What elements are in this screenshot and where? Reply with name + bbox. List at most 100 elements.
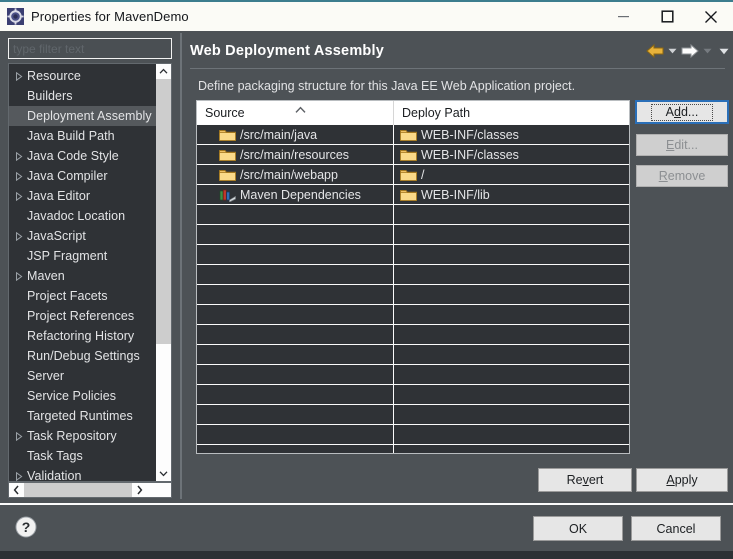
- panel-divider: [180, 33, 182, 499]
- sidebar-item-server[interactable]: Server: [9, 366, 156, 386]
- table-header-row: Source Deploy Path: [197, 101, 629, 125]
- table-body: /src/main/java WEB-INF/classes/src/main/r…: [197, 125, 629, 453]
- svg-text:?: ?: [22, 519, 31, 535]
- cancel-button[interactable]: Cancel: [631, 516, 721, 541]
- apply-button[interactable]: Apply: [636, 468, 728, 492]
- sidebar-item-targeted-runtimes[interactable]: Targeted Runtimes: [9, 406, 156, 426]
- expand-triangle-icon[interactable]: [11, 166, 27, 186]
- ok-button[interactable]: OK: [533, 516, 623, 541]
- tree-scrollbar-thumb[interactable]: [156, 79, 171, 344]
- close-button[interactable]: [689, 2, 733, 31]
- expand-triangle-icon[interactable]: [11, 226, 27, 246]
- maximize-button[interactable]: [645, 2, 689, 31]
- sidebar-item-builders[interactable]: Builders: [9, 86, 156, 106]
- chevron-left-icon[interactable]: [9, 483, 24, 497]
- window-title: Properties for MavenDemo: [31, 9, 189, 24]
- tree-hscrollbar-thumb[interactable]: [24, 483, 132, 497]
- forward-history-chevron-down-icon[interactable]: [700, 40, 715, 62]
- table-row-empty[interactable]: [197, 445, 629, 453]
- header-separator: [190, 68, 725, 69]
- table-row-empty[interactable]: [197, 205, 629, 225]
- table-row-empty[interactable]: [197, 285, 629, 305]
- help-question-icon[interactable]: ?: [14, 515, 38, 539]
- sidebar-item-run-debug-settings[interactable]: Run/Debug Settings: [9, 346, 156, 366]
- minimize-button[interactable]: [601, 2, 645, 31]
- table-row[interactable]: Maven Dependencies WEB-INF/lib: [197, 185, 629, 205]
- chevron-up-icon[interactable]: [156, 64, 171, 79]
- expand-triangle-icon[interactable]: [11, 186, 27, 206]
- tree-horizontal-scrollbar[interactable]: [8, 482, 172, 498]
- cell-deploy-path: [394, 225, 629, 244]
- table-row-empty[interactable]: [197, 225, 629, 245]
- sidebar-item-validation[interactable]: Validation: [9, 466, 156, 481]
- sidebar-item-deployment-assembly[interactable]: Deployment Assembly: [9, 106, 156, 126]
- sidebar-item-label: Java Code Style: [27, 149, 119, 163]
- table-row-empty[interactable]: [197, 305, 629, 325]
- chevron-right-icon[interactable]: [132, 483, 147, 497]
- sidebar-item-javadoc-location[interactable]: Javadoc Location: [9, 206, 156, 226]
- column-header-source[interactable]: Source: [197, 101, 394, 125]
- deployment-assembly-table[interactable]: Source Deploy Path /src/main/java WEB-INF…: [196, 100, 630, 454]
- sidebar-item-project-references[interactable]: Project References: [9, 306, 156, 326]
- sidebar-item-java-editor[interactable]: Java Editor: [9, 186, 156, 206]
- expand-triangle-icon[interactable]: [11, 266, 27, 286]
- table-row-empty[interactable]: [197, 325, 629, 345]
- folder-icon: [219, 128, 236, 142]
- column-header-source-label: Source: [205, 106, 245, 120]
- table-row-empty[interactable]: [197, 405, 629, 425]
- cell-deploy-path: WEB-INF/classes: [394, 125, 629, 144]
- table-row-empty[interactable]: [197, 245, 629, 265]
- table-row-empty[interactable]: [197, 265, 629, 285]
- sidebar-item-service-policies[interactable]: Service Policies: [9, 386, 156, 406]
- sidebar-item-maven[interactable]: Maven: [9, 266, 156, 286]
- cell-deploy-path-label: /: [421, 167, 425, 182]
- sidebar-item-java-code-style[interactable]: Java Code Style: [9, 146, 156, 166]
- table-row[interactable]: /src/main/java WEB-INF/classes: [197, 125, 629, 145]
- sidebar-item-java-build-path[interactable]: Java Build Path: [9, 126, 156, 146]
- table-row[interactable]: /src/main/webapp /: [197, 165, 629, 185]
- sidebar-item-resource[interactable]: Resource: [9, 66, 156, 86]
- edit-button[interactable]: Edit...: [636, 134, 728, 156]
- tree-vertical-scrollbar[interactable]: [156, 64, 171, 481]
- chevron-down-icon[interactable]: [156, 466, 171, 481]
- cell-deploy-path: [394, 365, 629, 384]
- properties-gear-icon: [7, 8, 24, 25]
- table-row[interactable]: /src/main/resources WEB-INF/classes: [197, 145, 629, 165]
- sidebar-item-javascript[interactable]: JavaScript: [9, 226, 156, 246]
- filter-input[interactable]: type filter text: [8, 38, 172, 59]
- cell-deploy-path-label: WEB-INF/classes: [421, 127, 519, 142]
- expand-triangle-icon[interactable]: [11, 426, 27, 446]
- sidebar-item-java-compiler[interactable]: Java Compiler: [9, 166, 156, 186]
- revert-button[interactable]: Revert: [538, 468, 632, 492]
- expand-triangle-icon[interactable]: [11, 466, 27, 481]
- back-history-chevron-down-icon[interactable]: [665, 40, 680, 62]
- sidebar-item-task-tags[interactable]: Task Tags: [9, 446, 156, 466]
- cell-source: [197, 225, 394, 244]
- table-row-empty[interactable]: [197, 385, 629, 405]
- column-header-deploy-path[interactable]: Deploy Path: [394, 101, 629, 125]
- sidebar-item-label: JSP Fragment: [27, 249, 108, 263]
- folder-icon: [400, 128, 417, 142]
- sidebar-item-jsp-fragment[interactable]: JSP Fragment: [9, 246, 156, 266]
- view-menu-chevron-down-icon[interactable]: [715, 40, 733, 62]
- cell-source-label: /src/main/resources: [240, 147, 350, 162]
- sidebar-item-label: Task Repository: [27, 429, 117, 443]
- cell-source: [197, 445, 394, 453]
- table-row-empty[interactable]: [197, 365, 629, 385]
- add-button[interactable]: Ad d...: [636, 101, 728, 123]
- back-arrow-icon[interactable]: [645, 43, 665, 59]
- expand-triangle-icon[interactable]: [11, 66, 27, 86]
- forward-arrow-icon[interactable]: [680, 43, 700, 59]
- remove-button[interactable]: Remove: [636, 165, 728, 187]
- cancel-button-label: Cancel: [656, 521, 696, 536]
- table-row-empty[interactable]: [197, 345, 629, 365]
- table-row-empty[interactable]: [197, 425, 629, 445]
- expand-triangle-icon[interactable]: [11, 146, 27, 166]
- sidebar-item-project-facets[interactable]: Project Facets: [9, 286, 156, 306]
- sidebar-item-refactoring-history[interactable]: Refactoring History: [9, 326, 156, 346]
- settings-tree[interactable]: Resource Builders Deployment Assembly Java …: [8, 63, 172, 482]
- sidebar-item-task-repository[interactable]: Task Repository: [9, 426, 156, 446]
